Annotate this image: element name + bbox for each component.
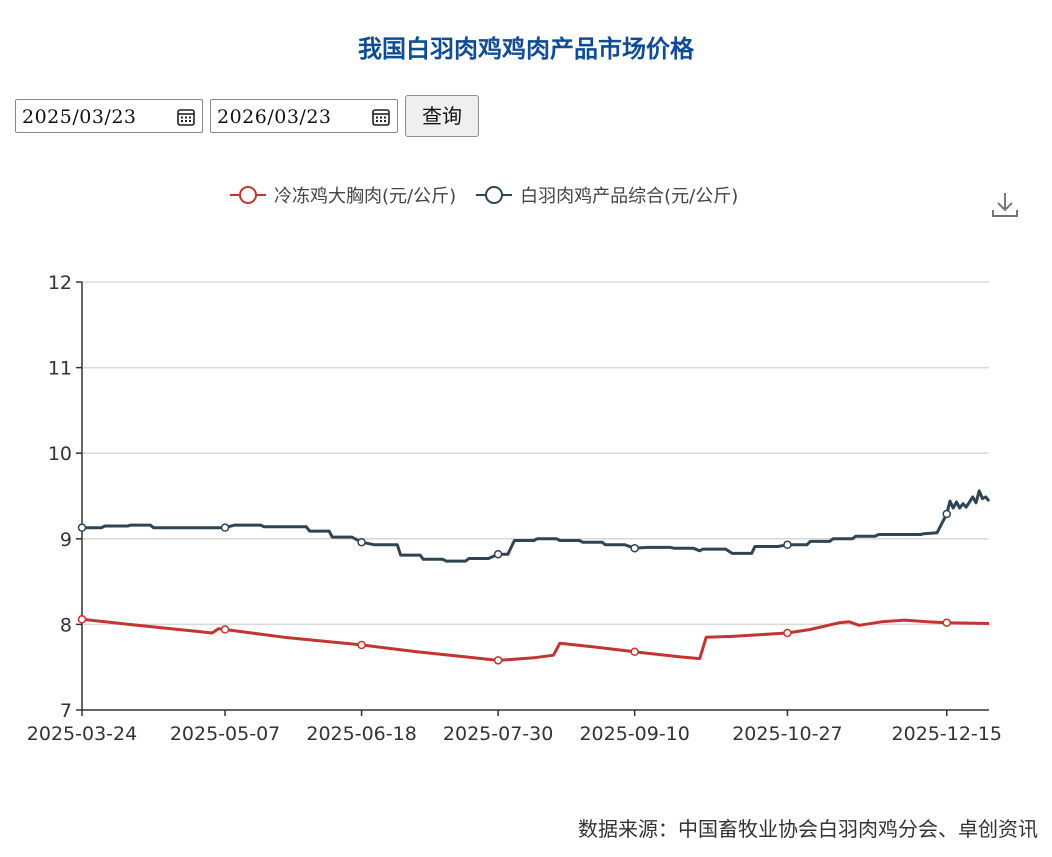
y-tick-label: 9 xyxy=(60,529,72,551)
query-button[interactable]: 查询 xyxy=(405,95,479,137)
legend-item-composite[interactable]: 白羽肉鸡产品综合(元/公斤) xyxy=(474,182,738,208)
data-point-marker xyxy=(942,509,951,519)
source-text: 数据来源：中国畜牧业协会白羽肉鸡分会、卓创资讯 xyxy=(578,817,1038,841)
data-point-marker xyxy=(783,540,792,550)
x-tick-label: 2025-06-18 xyxy=(306,723,416,745)
y-tick-label: 10 xyxy=(48,443,72,465)
x-tick-label: 2025-05-07 xyxy=(170,723,280,745)
x-tick-label: 2025-03-24 xyxy=(27,723,137,745)
data-point-marker xyxy=(77,615,87,624)
y-tick-label: 8 xyxy=(60,614,72,636)
data-point-marker xyxy=(77,523,87,532)
data-point-marker xyxy=(783,628,792,638)
end-date-input[interactable]: 2026/03/23 xyxy=(210,99,398,133)
legend-item-frozen-breast[interactable]: 冷冻鸡大胸肉(元/公斤) xyxy=(228,182,456,208)
end-date-value: 2026/03/23 xyxy=(217,106,332,128)
x-tick-label: 2025-10-27 xyxy=(732,723,842,745)
x-tick-label: 2025-09-10 xyxy=(579,723,689,745)
data-point-marker xyxy=(357,537,366,547)
line-chart: 7 8 9 10 11 12 2025-03-24 2025-05-07 2025-06-18 2… xyxy=(27,272,1002,745)
data-point-marker xyxy=(220,625,230,634)
chart-legend: 冷冻鸡大胸肉(元/公斤) 白羽肉鸡产品综合(元/公斤) xyxy=(228,180,756,210)
y-tick-label: 11 xyxy=(48,358,72,380)
y-tick-label: 7 xyxy=(60,700,72,722)
series-line-0 xyxy=(81,617,990,662)
x-tick-label: 2025-07-30 xyxy=(443,723,553,745)
page-title: 我国白羽肉鸡鸡肉产品市场价格 xyxy=(358,35,694,63)
calendar-icon[interactable] xyxy=(176,107,196,127)
series-line-1 xyxy=(82,489,991,563)
legend-marker-composite xyxy=(476,186,513,204)
start-date-value: 2025/03/23 xyxy=(22,106,137,128)
start-date-input[interactable]: 2025/03/23 xyxy=(15,99,203,133)
download-icon[interactable] xyxy=(990,190,1020,220)
calendar-icon[interactable] xyxy=(371,107,391,127)
data-point-marker xyxy=(630,543,639,553)
legend-marker-frozen-breast xyxy=(230,186,266,204)
legend-label-composite: 白羽肉鸡产品综合(元/公斤) xyxy=(520,186,739,207)
data-point-marker xyxy=(942,618,951,627)
legend-label-frozen-breast: 冷冻鸡大胸肉(元/公斤) xyxy=(274,186,457,207)
y-tick-label: 12 xyxy=(48,272,72,294)
data-point-marker xyxy=(493,656,503,665)
x-tick-label: 2025-12-15 xyxy=(892,723,1002,745)
data-point-marker xyxy=(493,549,503,559)
data-point-marker xyxy=(630,647,639,657)
data-point-marker xyxy=(357,640,366,650)
data-point-marker xyxy=(220,523,230,532)
